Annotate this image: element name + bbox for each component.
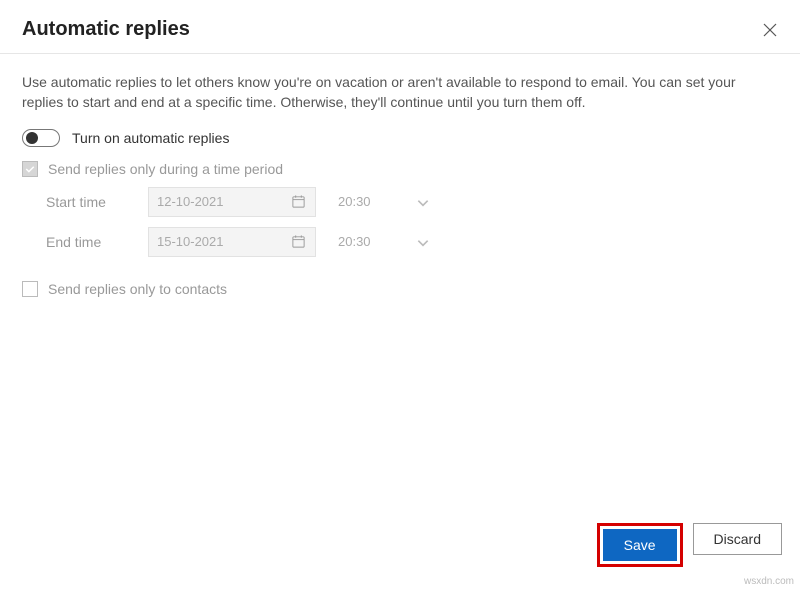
time-period-checkbox[interactable] — [22, 161, 38, 177]
turn-on-toggle[interactable] — [22, 129, 60, 147]
contacts-only-checkbox[interactable] — [22, 281, 38, 297]
calendar-icon — [291, 234, 307, 250]
toggle-label: Turn on automatic replies — [72, 130, 229, 146]
close-icon[interactable] — [762, 22, 778, 38]
chevron-down-icon[interactable] — [416, 236, 428, 248]
contacts-only-row: Send replies only to contacts — [22, 281, 778, 297]
dialog-body: Use automatic replies to let others know… — [0, 54, 800, 509]
start-time-value[interactable]: 20:30 — [330, 194, 402, 209]
discard-button[interactable]: Discard — [693, 523, 782, 555]
time-period-row: Send replies only during a time period — [22, 161, 778, 177]
end-time-value[interactable]: 20:30 — [330, 234, 402, 249]
save-button[interactable]: Save — [603, 529, 677, 561]
description-text: Use automatic replies to let others know… — [22, 72, 778, 113]
calendar-icon — [291, 194, 307, 210]
start-time-label: Start time — [46, 194, 134, 210]
save-highlight: Save — [597, 523, 683, 567]
toggle-row: Turn on automatic replies — [22, 129, 778, 147]
end-time-label: End time — [46, 234, 134, 250]
contacts-only-label: Send replies only to contacts — [48, 281, 227, 297]
end-date-value: 15-10-2021 — [157, 234, 224, 249]
start-date-value: 12-10-2021 — [157, 194, 224, 209]
credit-text: wsxdn.com — [744, 576, 794, 587]
toggle-knob — [26, 132, 38, 144]
dialog-footer: Save Discard — [0, 509, 800, 591]
chevron-down-icon[interactable] — [416, 196, 428, 208]
start-time-row: Start time 12-10-2021 20:30 — [46, 187, 778, 217]
dialog-title: Automatic replies — [22, 18, 190, 41]
time-period-label: Send replies only during a time period — [48, 161, 283, 177]
start-date-input[interactable]: 12-10-2021 — [148, 187, 316, 217]
automatic-replies-dialog: Automatic replies Use automatic replies … — [0, 0, 800, 591]
end-time-row: End time 15-10-2021 20:30 — [46, 227, 778, 257]
dialog-header: Automatic replies — [0, 0, 800, 54]
end-date-input[interactable]: 15-10-2021 — [148, 227, 316, 257]
